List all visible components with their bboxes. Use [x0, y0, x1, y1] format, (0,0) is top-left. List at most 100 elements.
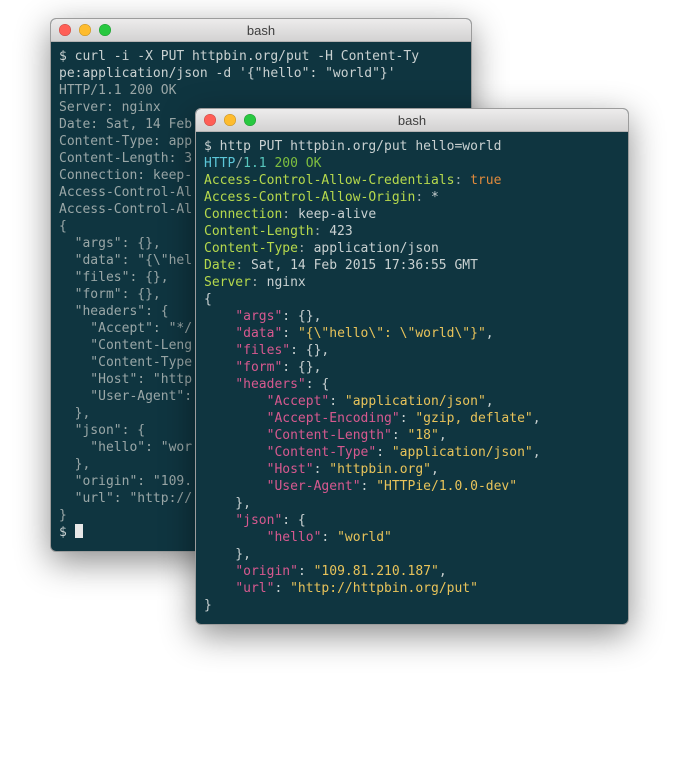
minimize-icon[interactable] — [224, 114, 236, 126]
terminal-text-segment: $ http PUT httpbin.org/put hello=world — [204, 139, 501, 154]
terminal-text-segment: }, — [204, 547, 251, 562]
minimize-icon[interactable] — [79, 24, 91, 36]
terminal-text-segment: : { — [282, 513, 305, 528]
terminal-text-segment: }, — [204, 496, 251, 511]
terminal-line: "args": {}, — [204, 308, 620, 325]
terminal-text-segment: * — [431, 190, 439, 205]
terminal-line: "form": {}, — [204, 359, 620, 376]
terminal-text-segment: , — [439, 428, 447, 443]
terminal-text-segment: "files" — [235, 343, 290, 358]
terminal-line: "Content-Length": "18", — [204, 427, 620, 444]
terminal-line: "hello": "world" — [204, 529, 620, 546]
terminal-line: }, — [204, 495, 620, 512]
terminal-text-segment: , — [431, 462, 439, 477]
terminal-text-segment: Access-Control-Allow-Credentials — [204, 173, 454, 188]
terminal-text-segment: keep-alive — [298, 207, 376, 222]
terminal-text-segment — [204, 564, 235, 579]
close-icon[interactable] — [204, 114, 216, 126]
terminal-text-segment: : — [376, 445, 392, 460]
terminal-text-segment: , — [439, 564, 447, 579]
window-title: bash — [196, 113, 628, 128]
terminal-line: "Host": "httpbin.org", — [204, 461, 620, 478]
terminal-line: Access-Control-Allow-Origin: * — [204, 189, 620, 206]
terminal-text-segment: Date — [204, 258, 235, 273]
terminal-text-segment: Content-Type — [204, 241, 298, 256]
terminal-text-segment: : — [400, 411, 416, 426]
terminal-line: "Accept": "application/json", — [204, 393, 620, 410]
terminal-text-segment: $ curl -i -X PUT httpbin.org/put -H Cont… — [59, 49, 419, 64]
terminal-text-segment: Content-Length — [204, 224, 314, 239]
terminal-text-segment: Server — [204, 275, 251, 290]
terminal-text-segment: Content-Type: app — [59, 134, 192, 149]
terminal-text-segment — [204, 411, 267, 426]
terminal-text-segment: , — [533, 445, 541, 460]
terminal-line: }, — [204, 546, 620, 563]
terminal-text-segment: : — [454, 173, 470, 188]
terminal-text-segment: / — [235, 156, 243, 171]
terminal-text-segment: "HTTPie/1.0.0-dev" — [376, 479, 517, 494]
terminal-text-segment: Connection: keep- — [59, 168, 192, 183]
terminal-window-front[interactable]: bash $ http PUT httpbin.org/put hello=wo… — [195, 108, 629, 625]
terminal-text-segment: : — [314, 224, 330, 239]
terminal-text-segment: Content-Length: 3 — [59, 151, 192, 166]
terminal-text-segment: "origin" — [235, 564, 298, 579]
terminal-text-segment: }, — [59, 406, 90, 421]
terminal-line: "data": "{\"hello\": \"world\"}", — [204, 325, 620, 342]
terminal-line: "Accept-Encoding": "gzip, deflate", — [204, 410, 620, 427]
terminal-line: "files": {}, — [204, 342, 620, 359]
terminal-line: Content-Length: 423 — [204, 223, 620, 240]
terminal-line: } — [204, 597, 620, 614]
terminal-text-segment: "hello" — [267, 530, 322, 545]
terminal-text-segment: "18" — [408, 428, 439, 443]
terminal-line: pe:application/json -d '{"hello": "world… — [59, 65, 463, 82]
terminal-line: Date: Sat, 14 Feb 2015 17:36:55 GMT — [204, 257, 620, 274]
terminal-line: $ http PUT httpbin.org/put hello=world — [204, 138, 620, 155]
terminal-text-segment — [204, 360, 235, 375]
terminal-text-segment — [204, 394, 267, 409]
terminal-text-segment: { — [59, 219, 67, 234]
terminal-text-segment: "application/json" — [392, 445, 533, 460]
terminal-line: "headers": { — [204, 376, 620, 393]
terminal-text-segment: : — [392, 428, 408, 443]
terminal-text-segment: "headers": { — [59, 304, 169, 319]
terminal-text-segment: nginx — [267, 275, 306, 290]
window-controls — [196, 114, 256, 126]
terminal-text-segment: "Content-Type — [59, 355, 192, 370]
terminal-text-segment: : — [321, 530, 337, 545]
terminal-text-segment: Sat, 14 Feb 2015 17:36:55 GMT — [251, 258, 478, 273]
terminal-text-segment: application/json — [314, 241, 439, 256]
terminal-line: Access-Control-Allow-Credentials: true — [204, 172, 620, 189]
terminal-text-segment — [204, 513, 235, 528]
terminal-text-segment: } — [59, 508, 67, 523]
terminal-text-segment: "Host" — [267, 462, 314, 477]
terminal-text-segment: }, — [59, 457, 90, 472]
terminal-text-segment: "json": { — [59, 423, 145, 438]
titlebar[interactable]: bash — [196, 109, 628, 132]
terminal-text-segment: } — [204, 598, 212, 613]
terminal-text-segment: "args": {}, — [59, 236, 161, 251]
terminal-text-segment: { — [204, 292, 212, 307]
terminal-output[interactable]: $ http PUT httpbin.org/put hello=worldHT… — [196, 132, 628, 624]
close-icon[interactable] — [59, 24, 71, 36]
terminal-line: "json": { — [204, 512, 620, 529]
terminal-line: HTTP/1.1 200 OK — [204, 155, 620, 172]
terminal-text-segment: "origin": "109. — [59, 474, 192, 489]
terminal-line: $ curl -i -X PUT httpbin.org/put -H Cont… — [59, 48, 463, 65]
terminal-text-segment: : — [329, 394, 345, 409]
terminal-text-segment: "Content-Length" — [267, 428, 392, 443]
terminal-text-segment — [204, 377, 235, 392]
terminal-text-segment: , — [533, 411, 541, 426]
terminal-line: Server: nginx — [204, 274, 620, 291]
terminal-text-segment: : — [282, 207, 298, 222]
terminal-text-segment: : — [282, 326, 298, 341]
zoom-icon[interactable] — [244, 114, 256, 126]
terminal-text-segment: "User-Agent" — [267, 479, 361, 494]
terminal-text-segment: "Host": "http — [59, 372, 192, 387]
terminal-text-segment: "gzip, deflate" — [415, 411, 532, 426]
window-title: bash — [51, 23, 471, 38]
terminal-text-segment: "User-Agent": — [59, 389, 192, 404]
terminal-text-segment: 423 — [329, 224, 352, 239]
titlebar[interactable]: bash — [51, 19, 471, 42]
terminal-text-segment: "data": "{\"hel — [59, 253, 192, 268]
zoom-icon[interactable] — [99, 24, 111, 36]
